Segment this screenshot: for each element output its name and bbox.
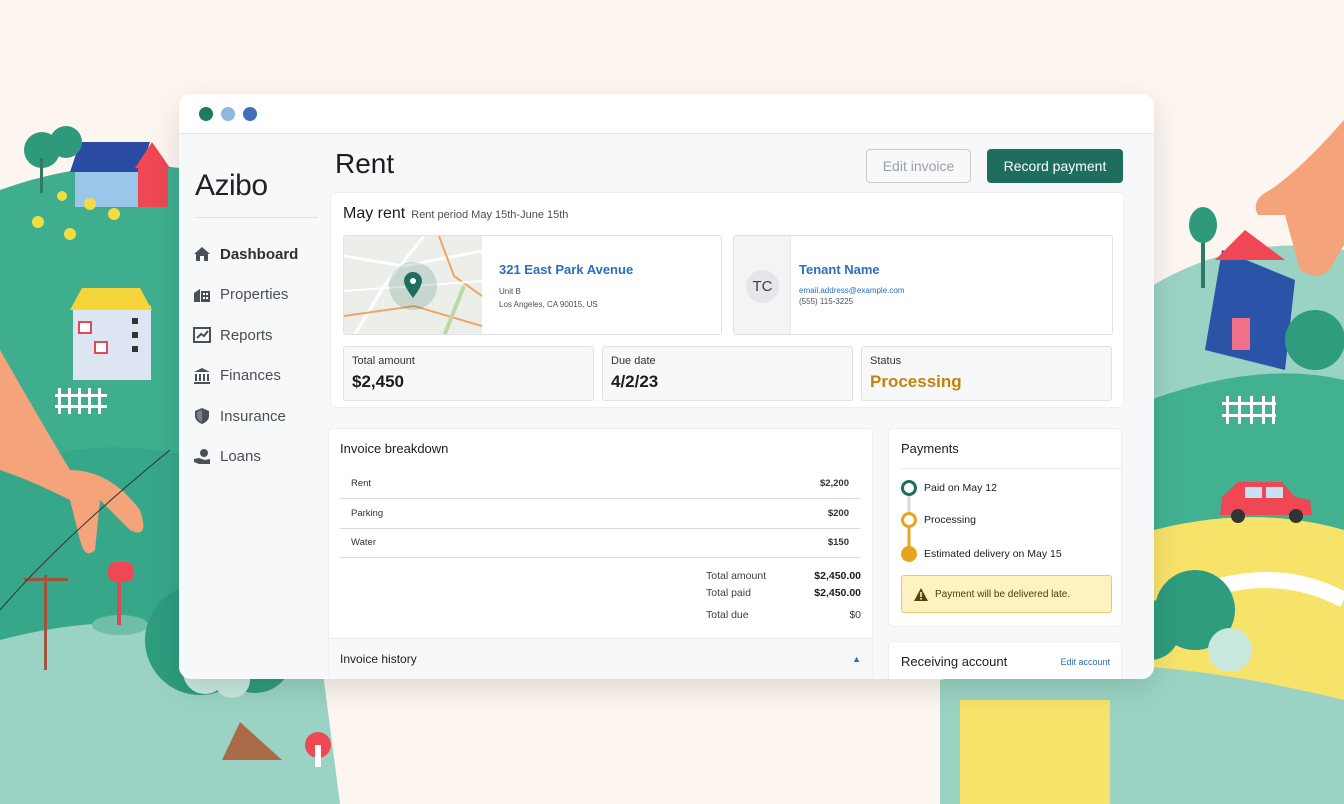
status-badge: Processing: [870, 372, 962, 391]
window-dot-maximize[interactable]: [243, 106, 257, 121]
row-amount: $2,200: [819, 478, 849, 489]
warning-icon: [914, 587, 928, 601]
delivery-status-icon: [901, 546, 917, 562]
window-dot-close[interactable]: [199, 106, 213, 121]
sidebar-item-label: Reports: [220, 326, 273, 344]
tenant-email[interactable]: email.address@example.com: [799, 286, 905, 295]
app-logo: Azibo: [195, 169, 268, 202]
edit-invoice-button[interactable]: Edit invoice: [866, 149, 971, 183]
hand-coin-icon: [194, 448, 210, 464]
property-city: Los Angeles, CA 90015, US: [499, 300, 598, 309]
due-date-stat: Due date 4/2/23: [602, 346, 853, 401]
total-paid-value: $2,450.00: [814, 587, 861, 599]
late-payment-warning: Payment will be delivered late.: [901, 575, 1112, 613]
payment-step-delivery: Estimated delivery on May 15: [901, 546, 1062, 562]
sidebar-item-label: Finances: [220, 367, 281, 385]
step-label: Processing: [924, 514, 976, 526]
payment-step-paid: Paid on May 12: [901, 480, 997, 496]
receiving-title: Receiving account: [901, 654, 1008, 669]
property-address-link[interactable]: 321 East Park Avenue: [499, 262, 633, 277]
payments-title: Payments: [901, 441, 959, 456]
sidebar-item-label: Loans: [220, 448, 261, 466]
table-row: Water $150: [340, 528, 860, 558]
sidebar-item-label: Properties: [220, 286, 289, 304]
sidebar-item-label: Insurance: [220, 407, 286, 425]
tenant-phone: (555) 115-3225: [799, 297, 854, 306]
rent-period: Rent period May 15th-June 15th: [411, 209, 569, 221]
invoice-history-toggle[interactable]: Invoice history ▲: [329, 638, 872, 679]
paid-status-icon: [901, 480, 917, 496]
row-label: Parking: [351, 508, 384, 519]
avatar: TC: [746, 270, 779, 303]
stat-label: Due date: [611, 355, 656, 367]
window-dot-minimize[interactable]: [221, 106, 235, 121]
history-label: Invoice history: [340, 652, 417, 666]
total-amount-label: Total amount: [706, 570, 767, 582]
stat-value: $2,450: [352, 372, 404, 391]
row-amount: $150: [827, 537, 849, 548]
tenant-name-link[interactable]: Tenant Name: [799, 262, 905, 277]
row-amount: $200: [827, 508, 849, 519]
sidebar-item-insurance[interactable]: Insurance: [193, 396, 298, 437]
step-label: Estimated delivery on May 15: [924, 548, 1062, 560]
payment-step-processing: Processing: [901, 512, 976, 528]
total-amount-stat: Total amount $2,450: [343, 346, 594, 401]
sidebar-nav: Dashboard Properties Reports Finances In…: [193, 234, 298, 477]
stat-value: 4/2/23: [611, 372, 659, 391]
sidebar-item-reports[interactable]: Reports: [193, 315, 298, 356]
invoice-summary-card: May rent Rent period May 15th-June 15th: [331, 193, 1123, 407]
sidebar-item-label: Dashboard: [220, 245, 299, 263]
sidebar-item-dashboard[interactable]: Dashboard: [193, 234, 298, 275]
total-paid-label: Total paid: [706, 587, 751, 599]
total-due-value: $0: [849, 609, 861, 621]
shield-icon: [195, 408, 209, 425]
edit-account-link[interactable]: Edit account: [1060, 657, 1110, 667]
stat-label: Status: [870, 355, 902, 367]
sidebar-item-loans[interactable]: Loans: [193, 437, 298, 478]
bank-icon: [194, 367, 210, 384]
page-title: Rent: [335, 148, 395, 179]
row-label: Rent: [351, 478, 372, 489]
invoice-breakdown-card: Invoice breakdown Rent $2,200 Parking $2…: [329, 429, 872, 679]
home-icon: [194, 247, 210, 262]
property-info: 321 East Park Avenue Unit B Los Angeles,…: [499, 262, 633, 311]
receiving-account-card: Receiving account Edit account: [889, 642, 1121, 679]
app-window: Azibo Dashboard Properties Reports Finan…: [179, 94, 1154, 679]
table-row: Parking $200: [340, 499, 860, 529]
breakdown-title: Invoice breakdown: [340, 441, 449, 456]
avatar-column: TC: [734, 236, 791, 334]
status-stat: Status Processing: [861, 346, 1112, 401]
step-label: Paid on May 12: [924, 482, 997, 494]
chevron-up-icon[interactable]: ▲: [852, 654, 861, 664]
row-label: Water: [351, 537, 376, 548]
sidebar-divider: [195, 217, 318, 218]
main-content: Rent Edit invoice Record payment May ren…: [329, 134, 1154, 679]
buildings-icon: [194, 288, 210, 302]
sidebar-item-properties[interactable]: Properties: [193, 275, 298, 316]
total-amount-value: $2,450.00: [814, 570, 861, 582]
processing-status-icon: [901, 512, 917, 528]
invoice-title: May rent: [343, 205, 406, 222]
property-map[interactable]: [344, 236, 482, 335]
record-payment-button[interactable]: Record payment: [987, 149, 1123, 183]
total-due-label: Total due: [706, 609, 749, 621]
table-row: Rent $2,200: [340, 469, 860, 499]
tenant-card[interactable]: TC Tenant Name email.address@example.com…: [733, 235, 1113, 335]
property-card[interactable]: 321 East Park Avenue Unit B Los Angeles,…: [343, 235, 722, 335]
chart-icon: [193, 327, 211, 344]
stat-label: Total amount: [352, 355, 415, 367]
sidebar: Azibo Dashboard Properties Reports Finan…: [179, 134, 324, 679]
payments-divider: [901, 468, 1121, 469]
tenant-info: Tenant Name email.address@example.com (5…: [799, 262, 905, 308]
sidebar-item-finances[interactable]: Finances: [193, 356, 298, 397]
invoice-header: May rent Rent period May 15th-June 15th: [343, 205, 568, 223]
payments-card: Payments Paid on May 12 Processing Estim…: [889, 429, 1121, 626]
window-titlebar: [179, 94, 1154, 134]
warning-text: Payment will be delivered late.: [935, 588, 1071, 600]
property-unit: Unit B: [499, 287, 521, 296]
